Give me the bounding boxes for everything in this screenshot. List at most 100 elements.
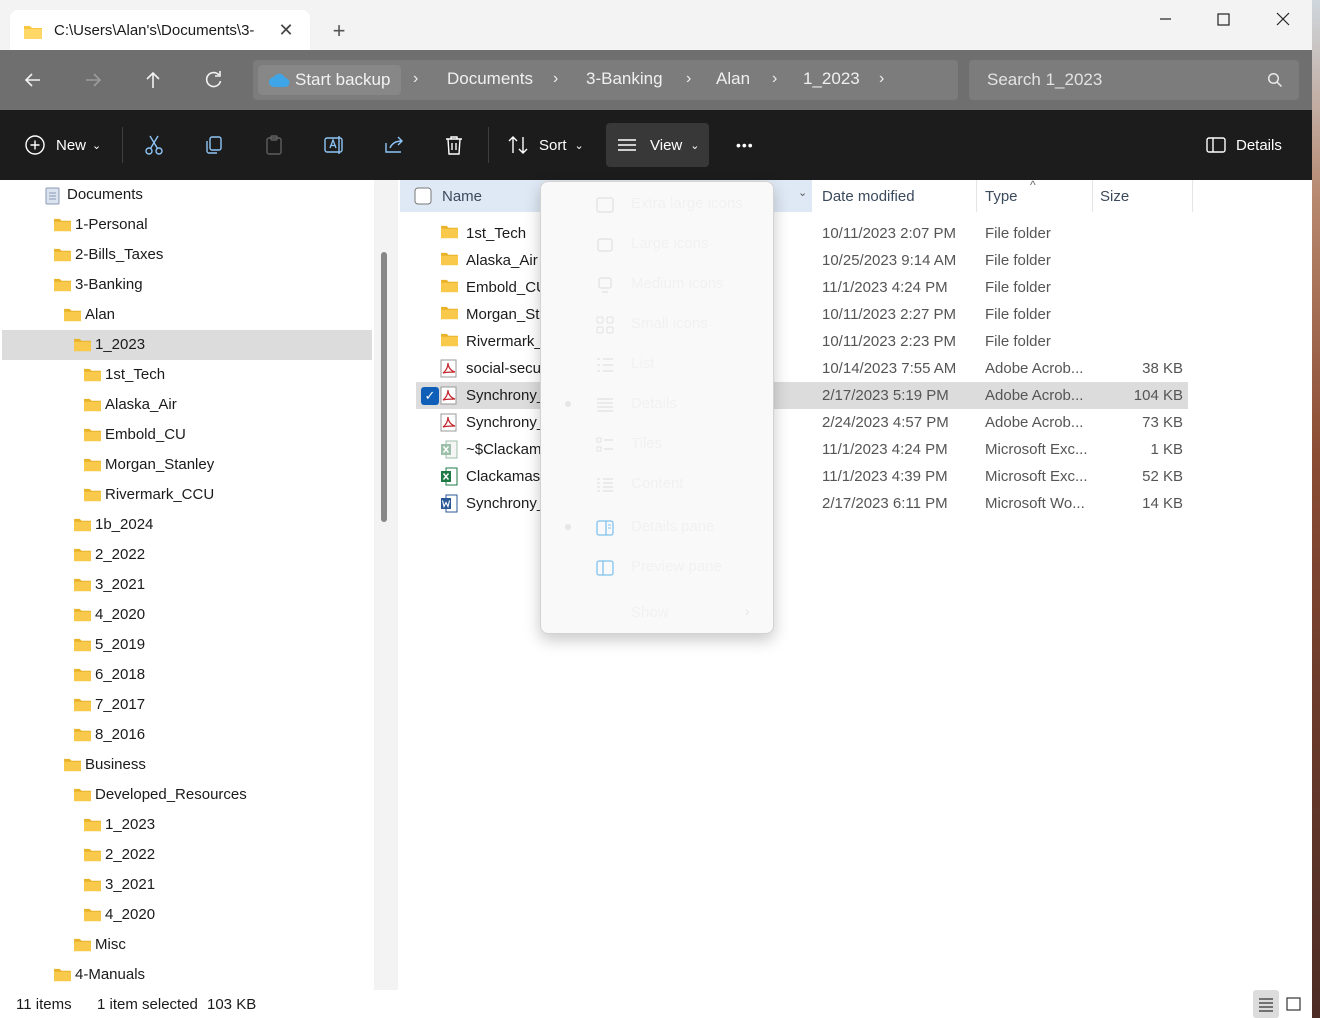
refresh-button[interactable] xyxy=(198,65,228,95)
sidebar-item[interactable]: Alan xyxy=(2,300,372,330)
new-tab-button[interactable]: + xyxy=(326,18,352,44)
list-icon xyxy=(597,358,613,372)
file-row[interactable]: Clackamas_ 11/1/2023 4:39 PM Microsoft E… xyxy=(416,463,1188,490)
view-menu-item[interactable]: Details pane xyxy=(545,507,769,547)
view-menu-item[interactable]: Details xyxy=(545,384,769,424)
breadcrumb-documents[interactable]: Documents xyxy=(447,69,533,89)
close-window-button[interactable] xyxy=(1260,6,1306,36)
search-input[interactable] xyxy=(969,60,1259,100)
chevron-right-icon[interactable]: › xyxy=(686,70,691,88)
sidebar-item[interactable]: Business xyxy=(2,750,372,780)
file-row[interactable]: Alaska_Air 10/25/2023 9:14 AM File folde… xyxy=(416,247,1188,274)
view-menu-item[interactable]: Small icons xyxy=(545,304,769,344)
maximize-button[interactable] xyxy=(1200,6,1246,36)
sidebar-item[interactable]: 3-Banking xyxy=(2,270,372,300)
folder-icon xyxy=(441,306,458,320)
file-name: Synchrony_ xyxy=(466,387,540,404)
column-header-type[interactable]: Type xyxy=(977,180,1093,212)
view-button[interactable]: View ⌄ xyxy=(606,123,709,167)
row-checkbox[interactable]: ✓ xyxy=(421,387,439,405)
chevron-right-icon[interactable]: › xyxy=(553,70,558,88)
view-menu-item[interactable]: Content xyxy=(545,464,769,504)
forward-button[interactable] xyxy=(78,65,108,95)
sidebar-item[interactable]: 2_2022 xyxy=(2,540,372,570)
tab-current[interactable]: C:\Users\Alan's\Documents\3- ✕ xyxy=(10,10,310,51)
sidebar-item[interactable]: 5_2019 xyxy=(2,630,372,660)
sidebar-item[interactable]: 2-Bills_Taxes xyxy=(2,240,372,270)
search-icon xyxy=(1267,72,1283,88)
view-menu-item[interactable]: List xyxy=(545,344,769,384)
view-menu-item[interactable]: Tiles xyxy=(545,424,769,464)
breadcrumb-banking[interactable]: 3-Banking xyxy=(586,69,663,89)
details-pane-button[interactable]: Details xyxy=(1205,123,1282,167)
scrollbar-thumb[interactable] xyxy=(381,252,387,522)
view-menu-item[interactable]: Extra large icons xyxy=(545,184,769,224)
view-menu-item[interactable]: Show › xyxy=(545,593,769,633)
sidebar-item[interactable]: 1_2023 xyxy=(2,810,372,840)
sidebar-item[interactable]: Developed_Resources xyxy=(2,780,372,810)
chevron-right-icon[interactable]: › xyxy=(772,70,777,88)
rename-button[interactable] xyxy=(322,123,346,167)
breadcrumb-1-2023[interactable]: 1_2023 xyxy=(803,69,860,89)
sidebar-item[interactable]: 7_2017 xyxy=(2,690,372,720)
sidebar-item[interactable]: Alaska_Air xyxy=(2,390,372,420)
folder-icon xyxy=(84,488,101,502)
sidebar-item[interactable]: 8_2016 xyxy=(2,720,372,750)
copy-button[interactable] xyxy=(202,123,226,167)
chevron-right-icon[interactable]: › xyxy=(879,70,884,88)
folder-icon xyxy=(441,225,458,239)
file-row[interactable]: 1st_Tech 10/11/2023 2:07 PM File folder xyxy=(416,220,1188,247)
new-button[interactable]: New ⌄ xyxy=(24,123,104,167)
delete-button[interactable] xyxy=(442,123,466,167)
file-row[interactable]: Embold_CU 11/1/2023 4:24 PM File folder xyxy=(416,274,1188,301)
sidebar-item[interactable]: 6_2018 xyxy=(2,660,372,690)
paste-button[interactable] xyxy=(262,123,286,167)
sidebar-item[interactable]: 3_2021 xyxy=(2,570,372,600)
view-menu-item[interactable]: Medium icons xyxy=(545,264,769,304)
cut-button[interactable] xyxy=(142,123,166,167)
column-name-label: Name xyxy=(442,188,483,205)
sidebar-item[interactable]: 4-Manuals xyxy=(2,960,372,990)
sidebar-item[interactable]: 1b_2024 xyxy=(2,510,372,540)
sidebar-item[interactable]: Morgan_Stanley xyxy=(2,450,372,480)
breadcrumb-alan[interactable]: Alan xyxy=(716,69,750,89)
sidebar-item[interactable]: Documents xyxy=(2,180,372,210)
large-icons-view-button[interactable] xyxy=(1281,990,1307,1018)
file-row[interactable]: Morgan_Stanley 10/11/2023 2:27 PM File f… xyxy=(416,301,1188,328)
sidebar-item[interactable]: 4_2020 xyxy=(2,600,372,630)
sidebar-item[interactable]: Misc xyxy=(2,930,372,960)
sidebar-item[interactable]: Rivermark_CCU xyxy=(2,480,372,510)
file-row[interactable]: Synchrony_ 2/17/2023 6:11 PM Microsoft W… xyxy=(416,490,1188,517)
start-backup-button[interactable]: Start backup xyxy=(258,65,401,95)
more-options-button[interactable]: ••• xyxy=(736,123,754,167)
up-button[interactable] xyxy=(138,65,168,95)
file-row[interactable]: ✓ Synchrony_ 2/17/2023 5:19 PM Adobe Acr… xyxy=(416,382,1188,409)
details-view-button[interactable] xyxy=(1253,990,1279,1018)
document-icon xyxy=(45,187,60,205)
view-menu-item[interactable]: Preview pane xyxy=(545,547,769,587)
chevron-down-icon[interactable]: ⌄ xyxy=(798,186,807,199)
sidebar-item[interactable]: 3_2021 xyxy=(2,870,372,900)
sidebar-item[interactable]: 1_2023 xyxy=(2,330,372,360)
minimize-button[interactable] xyxy=(1142,6,1188,36)
sidebar-item-label: 3-Banking xyxy=(75,276,143,293)
column-header-date[interactable]: Date modified xyxy=(814,180,977,212)
back-button[interactable] xyxy=(18,65,48,95)
sidebar-item[interactable]: 1-Personal xyxy=(2,210,372,240)
sidebar-item[interactable]: Embold_CU xyxy=(2,420,372,450)
file-row[interactable]: social-security 10/14/2023 7:55 AM Adobe… xyxy=(416,355,1188,382)
sidebar-item[interactable]: 2_2022 xyxy=(2,840,372,870)
column-header-size[interactable]: Size xyxy=(1093,180,1193,212)
sidebar-item[interactable]: 4_2020 xyxy=(2,900,372,930)
view-menu-item[interactable]: Large icons xyxy=(545,224,769,264)
address-bar[interactable]: Start backup › Documents › 3-Banking › A… xyxy=(253,60,958,100)
sidebar-item[interactable]: 1st_Tech xyxy=(2,360,372,390)
chevron-right-icon[interactable]: › xyxy=(413,70,418,88)
share-button[interactable] xyxy=(382,123,406,167)
file-row[interactable]: ~$Clackamas 11/1/2023 4:24 PM Microsoft … xyxy=(416,436,1188,463)
file-row[interactable]: Synchrony_ 2/24/2023 4:57 PM Adobe Acrob… xyxy=(416,409,1188,436)
file-row[interactable]: Rivermark_CCU 10/11/2023 2:23 PM File fo… xyxy=(416,328,1188,355)
close-tab-icon[interactable]: ✕ xyxy=(275,19,297,41)
select-all-checkbox[interactable] xyxy=(414,187,432,205)
sort-button[interactable]: Sort ⌄ xyxy=(507,123,584,167)
